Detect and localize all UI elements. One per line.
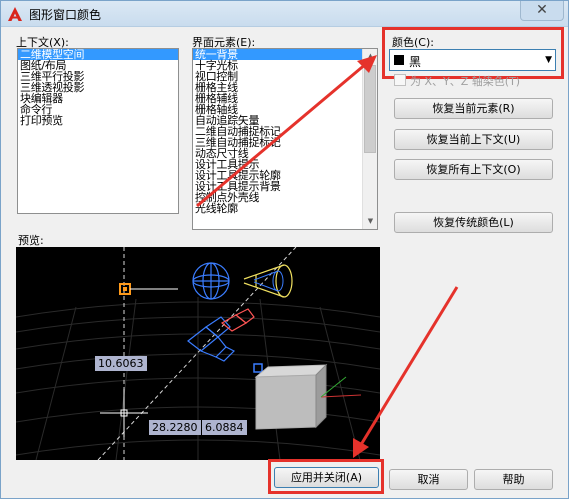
arrow-to-apply-head — [353, 438, 369, 458]
arrow-to-color-line — [196, 61, 368, 208]
dialog-window: 图形窗口颜色 ✕ 上下文(X): 二维模型空间 图纸/布局 三维平行投影 三维透… — [0, 0, 569, 499]
annotation-arrows — [196, 55, 459, 458]
arrow-to-apply-line — [357, 286, 459, 449]
